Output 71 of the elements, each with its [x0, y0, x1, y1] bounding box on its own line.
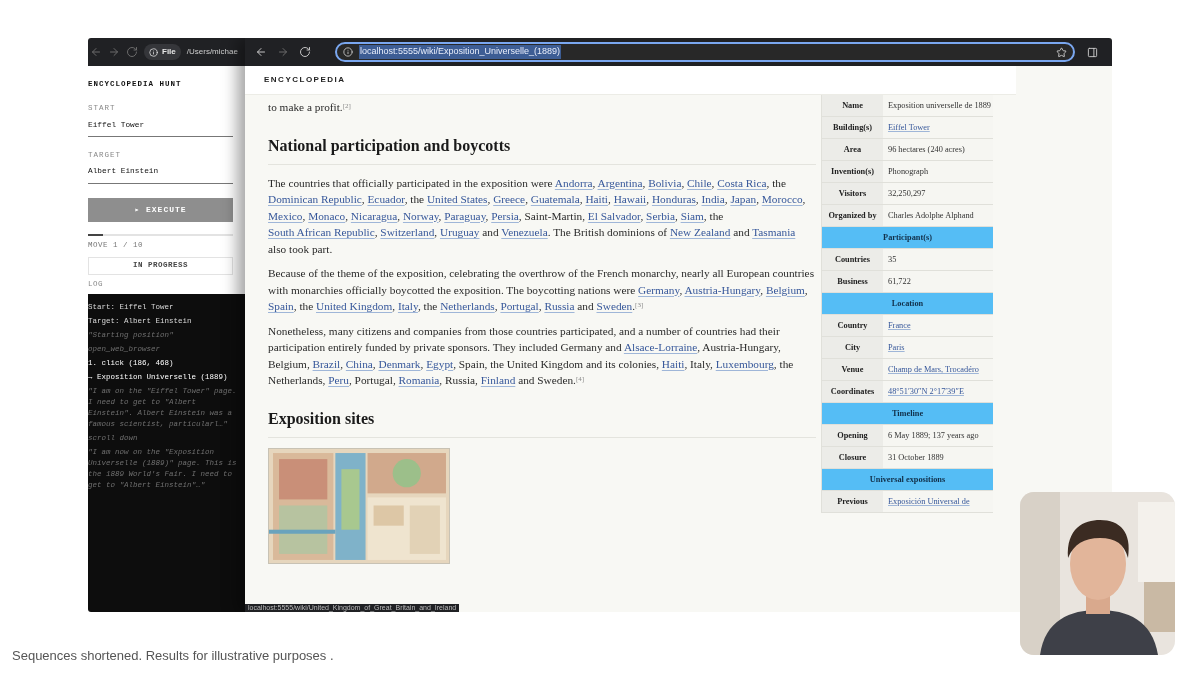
infobox-label: Organized by: [822, 205, 883, 226]
link[interactable]: Spain: [268, 300, 294, 312]
address-bar[interactable]: localhost:5555/wiki/Exposition_Universelle_(1889): [335, 42, 1075, 62]
link[interactable]: Peru: [328, 374, 349, 386]
address-text[interactable]: /Users/michae: [186, 46, 238, 58]
link[interactable]: Tasmania: [752, 226, 796, 238]
link[interactable]: Luxembourg: [715, 357, 774, 370]
infobox-label: Venue: [822, 359, 883, 380]
infobox-label: Invention(s): [822, 161, 883, 182]
infobox-label: Name: [822, 95, 883, 116]
link[interactable]: Norway: [402, 209, 439, 222]
link[interactable]: Italy: [397, 300, 418, 312]
link[interactable]: China: [345, 357, 373, 370]
sidebar-icon[interactable]: [1087, 46, 1098, 58]
bookmark-star-icon[interactable]: [1056, 46, 1067, 58]
paragraph: Because of the theme of the exposition, celebrating the overthrow of the French monarchy, nearly all European countries with monarchies officially boycotted the exposition. The boycotting nations were Germany, Austria-Hungary, Belgium, Spain, the United Kingdom, Italy, the Netherlands, Portugal, Russia and Sweden.$^{[3]}$: [268, 266, 816, 314]
link[interactable]: Dominican Republic: [268, 193, 362, 205]
link[interactable]: Finland: [480, 374, 516, 386]
link[interactable]: Ecuador: [367, 193, 405, 205]
section-heading: National participation and boycotts: [268, 133, 816, 165]
infobox-label: Visitors: [822, 183, 883, 204]
link[interactable]: United States: [426, 193, 488, 205]
paragraph: Nonetheless, many citizens and companies from those countries participated, and a number of countries had their participation entirely funded by private sponsors. They included Germany and Alsace-Lorraine, Austria-Hungary, Belgium, Brazil, China, Denmark, Egypt, Spain, the United Kingdom and its colonies, Haiti, Italy, Luxembourg, the Netherlands, Peru, Portugal, Romania, Russia, Finland and Sweden.$^{[4]}$: [268, 323, 795, 388]
infobox-label: Building(s): [822, 117, 883, 138]
infobox-label: City: [822, 337, 883, 358]
infobox-label: Coordinates: [822, 381, 883, 402]
link[interactable]: Chile: [687, 176, 712, 189]
link[interactable]: India: [701, 193, 725, 205]
link[interactable]: Guatemala: [530, 193, 580, 205]
link[interactable]: Siam: [680, 209, 704, 222]
link[interactable]: Persia: [491, 209, 519, 222]
infobox-section-header: Participant(s): [822, 227, 993, 249]
link[interactable]: Argentina: [597, 176, 643, 189]
link[interactable]: Mexico: [268, 209, 303, 222]
infobox-label: Business: [822, 271, 883, 292]
section-heading: Exposition sites: [268, 406, 816, 438]
infobox-label: Area: [822, 139, 883, 160]
paragraph: The countries that officially participated in the exposition were Andorra, Argentina, Bolivia, Chile, Costa Rica, the Dominican Republic, Ecuador, the United States, Greece, Guatemala, Haiti, Hawaii, Honduras, India, Japan, Morocco, Mexico, Monaco, Nicaragua, Norway, Paraguay, Persia, Saint-Martin, El Salvador, Serbia, Siam, the South African Republic, Switzerland, Uruguay and Venezuela. The British dominions of New Zealand and Tasmania also took part.: [268, 175, 807, 257]
back-icon[interactable]: [255, 46, 267, 58]
info-icon: [149, 47, 158, 57]
link[interactable]: Russia: [544, 300, 575, 312]
info-icon: [343, 47, 353, 57]
caption: Sequences shortened. Results for illustrative purposes .: [12, 647, 335, 665]
infobox-label: Opening: [822, 425, 883, 446]
link[interactable]: Uruguay: [439, 226, 480, 238]
infobox-section-header: Location: [822, 293, 993, 315]
site-title[interactable]: ENCYCLOPEDIA: [264, 74, 346, 86]
link[interactable]: Paraguay: [444, 209, 486, 222]
reload-icon[interactable]: [299, 46, 311, 58]
infobox-section-header: Timeline: [822, 403, 993, 425]
link[interactable]: Belgium: [765, 283, 805, 296]
link[interactable]: Netherlands: [440, 300, 495, 312]
link[interactable]: New Zealand: [669, 226, 731, 238]
link[interactable]: Morocco: [761, 193, 803, 205]
infobox-label: Previous: [822, 491, 883, 512]
link[interactable]: Haiti: [585, 193, 608, 205]
link[interactable]: Andorra: [554, 176, 593, 189]
link[interactable]: Venezuela: [501, 226, 548, 238]
link[interactable]: Honduras: [651, 193, 696, 205]
link[interactable]: Denmark: [378, 357, 421, 370]
link[interactable]: Serbia: [646, 209, 675, 222]
link[interactable]: Portugal: [500, 300, 539, 312]
infobox-label: Closure: [822, 447, 883, 468]
infobox-section-header: Universal expositions: [822, 469, 993, 491]
file-chip[interactable]: File: [144, 44, 181, 60]
link[interactable]: Sweden: [596, 300, 633, 312]
paragraph: to make a profit.$^{[2]}$: [268, 100, 352, 115]
address-text[interactable]: localhost:5555/wiki/Exposition_Universelle_(1889): [359, 45, 562, 59]
infobox-label: Country: [822, 315, 883, 336]
infobox-label: Countries: [822, 249, 883, 270]
link[interactable]: South African Republic: [268, 226, 375, 238]
